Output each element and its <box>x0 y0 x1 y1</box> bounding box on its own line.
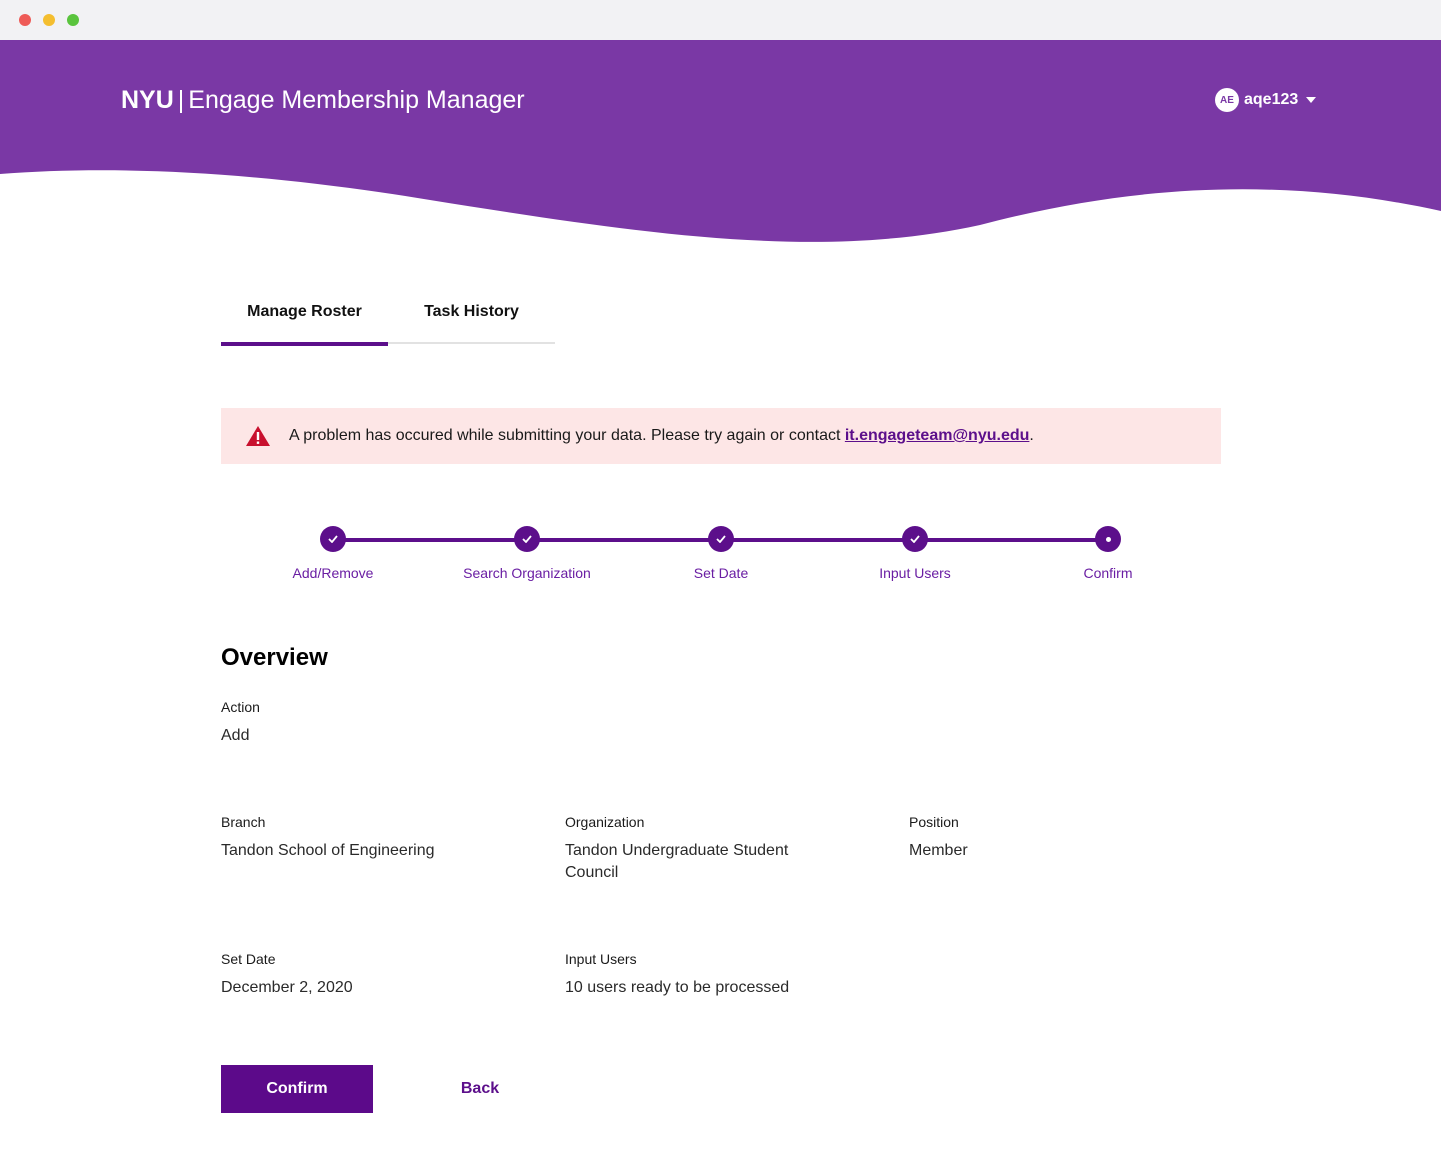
step-label: Set Date <box>693 565 749 581</box>
field-label: Organization <box>565 814 645 830</box>
step-complete-indicator <box>708 526 734 552</box>
field-input-users: Input Users 10 users ready to be process… <box>565 951 789 999</box>
field-value: Add <box>221 727 250 744</box>
field-label: Branch <box>221 814 266 830</box>
caret-down-icon <box>1306 97 1317 103</box>
field-label: Position <box>909 814 959 830</box>
warning-triangle-icon <box>246 426 270 446</box>
step-label: Confirm <box>1083 565 1133 581</box>
step-input-users[interactable]: Input Users <box>830 526 1000 581</box>
tab-bar: Manage Roster Task History <box>221 290 555 346</box>
step-label: Search Organization <box>463 565 591 581</box>
progress-stepper: Add/Remove Search Organization Set Date … <box>221 526 1221 586</box>
confirm-button[interactable]: Confirm <box>221 1065 373 1113</box>
field-value: December 2, 2020 <box>221 979 353 996</box>
minimize-window-button[interactable] <box>43 14 55 26</box>
username: aqe123 <box>1244 91 1299 108</box>
field-value: 10 users ready to be processed <box>565 979 790 996</box>
current-dot-icon <box>1105 536 1111 542</box>
step-complete-indicator <box>902 526 928 552</box>
alert-message: A problem has occured while submitting y… <box>289 427 1034 445</box>
step-set-date[interactable]: Set Date <box>636 526 806 581</box>
brand-separator: | <box>177 86 185 114</box>
field-value: Tandon Undergraduate Student Council <box>565 840 788 884</box>
brand-logo-text: NYU <box>121 86 174 114</box>
field-label: Set Date <box>221 951 276 967</box>
user-menu[interactable]: AE aqe123 <box>1215 87 1317 113</box>
checkmark-icon <box>910 535 920 543</box>
step-label: Input Users <box>879 565 951 581</box>
step-search-organization[interactable]: Search Organization <box>442 526 612 581</box>
field-set-date: Set Date December 2, 2020 <box>221 951 353 999</box>
header-banner <box>0 40 1441 242</box>
step-confirm[interactable]: Confirm <box>1023 526 1193 581</box>
field-value: Member <box>909 842 968 859</box>
step-label: Add/Remove <box>292 565 374 581</box>
alert-message-suffix: . <box>1029 427 1034 444</box>
step-complete-indicator <box>514 526 540 552</box>
checkmark-icon <box>716 535 726 543</box>
overview-heading: Overview <box>221 644 328 671</box>
tab-manage-roster[interactable]: Manage Roster <box>221 290 388 346</box>
back-button[interactable]: Back <box>430 1065 530 1113</box>
error-alert: A problem has occured while submitting y… <box>221 408 1221 464</box>
browser-window: NYU | Engage Membership Manager AE aqe123 … <box>0 0 1441 1158</box>
field-position: Position Member <box>909 814 968 862</box>
step-add-remove[interactable]: Add/Remove <box>248 526 418 581</box>
support-email-link[interactable]: it.engageteam@nyu.edu <box>845 427 1030 444</box>
app-title: Engage Membership Manager <box>188 86 525 114</box>
tab-task-history[interactable]: Task History <box>388 290 555 344</box>
field-action: Action Add <box>221 699 260 747</box>
field-branch: Branch Tandon School of Engineering <box>221 814 435 862</box>
field-value: Tandon School of Engineering <box>221 842 435 859</box>
step-current-indicator <box>1095 526 1121 552</box>
alert-message-text: A problem has occured while submitting y… <box>289 427 845 444</box>
window-titlebar <box>0 0 1441 40</box>
app-brand[interactable]: NYU | Engage Membership Manager <box>121 84 525 116</box>
field-value-line: Tandon Undergraduate Student <box>565 842 789 859</box>
step-complete-indicator <box>320 526 346 552</box>
close-window-button[interactable] <box>19 14 31 26</box>
field-label: Input Users <box>565 951 637 967</box>
checkmark-icon <box>328 535 338 543</box>
maximize-window-button[interactable] <box>67 14 79 26</box>
field-value-line: Council <box>565 864 619 881</box>
field-label: Action <box>221 699 260 715</box>
avatar: AE <box>1215 88 1239 112</box>
field-organization: Organization Tandon Undergraduate Studen… <box>565 814 788 884</box>
checkmark-icon <box>522 535 532 543</box>
